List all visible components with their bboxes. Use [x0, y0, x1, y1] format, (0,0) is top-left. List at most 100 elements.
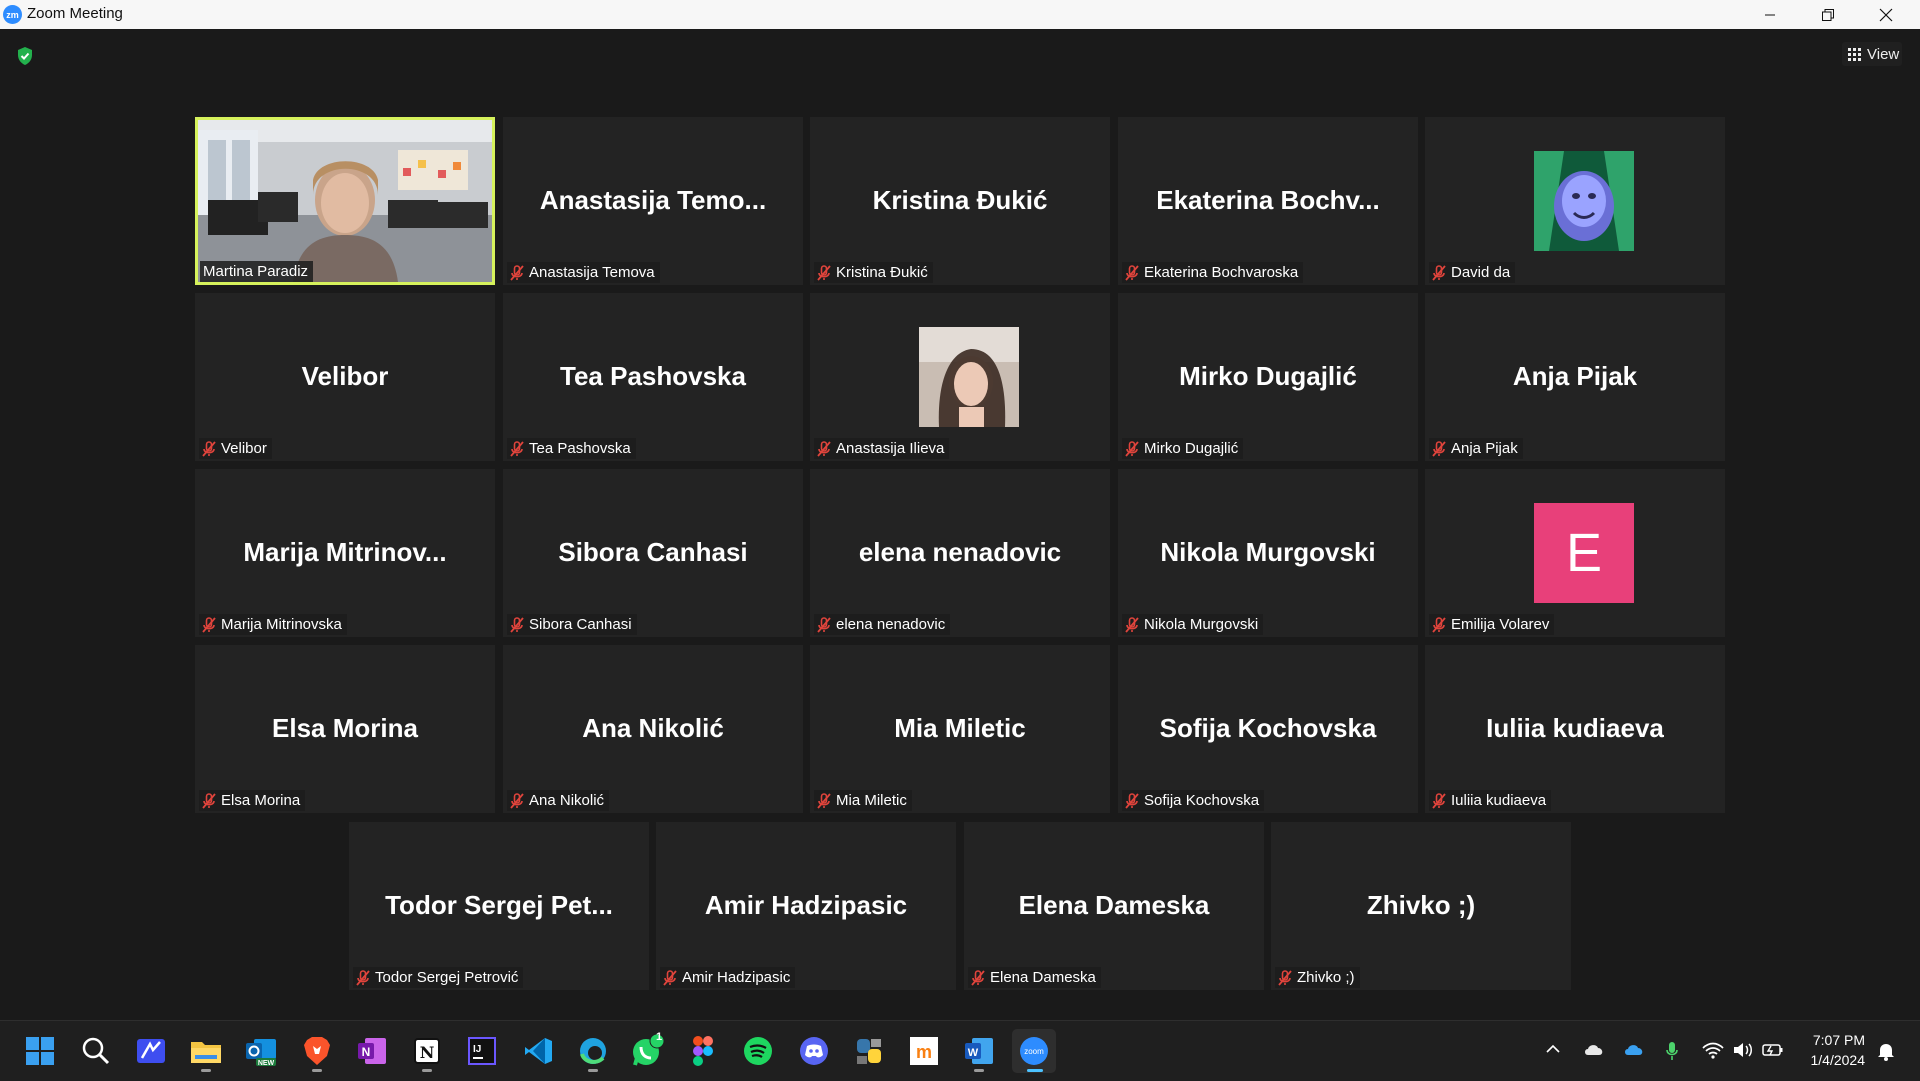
participant-display-name: Sofija Kochovska [1159, 713, 1377, 743]
taskbar-brave[interactable] [295, 1029, 339, 1073]
chevron-up-icon[interactable] [1545, 1041, 1561, 1057]
participant-display-name: Tea Pashovska [560, 361, 746, 391]
taskbar-app-editor[interactable] [129, 1029, 173, 1073]
view-label: View [1867, 45, 1900, 63]
svg-text:N: N [420, 1043, 435, 1062]
mic-muted-icon [1125, 616, 1139, 633]
participant-tile[interactable]: Marija Mitrinov... Marija Mitrinovska [195, 469, 495, 637]
taskbar-notion[interactable]: N [405, 1029, 449, 1073]
participant-name-label: Anastasija Ilieva [836, 440, 945, 457]
taskbar-figma[interactable] [681, 1029, 725, 1073]
participant-name-label: Elsa Morina [221, 792, 301, 809]
wifi-icon[interactable] [1702, 1041, 1724, 1059]
taskbar-whatsapp[interactable]: 1 [626, 1029, 670, 1073]
taskbar-search-button[interactable] [74, 1029, 118, 1073]
participant-name-label: Kristina Đukić [836, 264, 928, 281]
encryption-shield-icon[interactable] [15, 46, 35, 71]
taskbar-zoom[interactable]: zoom [1012, 1029, 1056, 1073]
participant-name-tag: Anastasija Temova [507, 262, 660, 283]
taskbar-word[interactable]: W [957, 1029, 1001, 1073]
participant-name-label: Tea Pashovska [529, 440, 631, 457]
taskbar-outlook[interactable]: NEW [239, 1029, 283, 1073]
participant-tile[interactable]: David da [1425, 117, 1725, 285]
zoom-app-icon: zm [3, 5, 22, 24]
participant-tile[interactable]: Amir Hadzipasic Amir Hadzipasic [656, 822, 956, 990]
participant-name-label: Ana Nikolić [529, 792, 605, 809]
participant-name-label: Martina Paradiz [203, 263, 309, 280]
participant-name-label: Marija Mitrinovska [221, 616, 342, 633]
participant-tile[interactable]: Ana Nikolić Ana Nikolić [503, 645, 803, 813]
participant-name-label: Iuliia kudiaeva [1451, 792, 1547, 809]
mic-muted-icon [1432, 616, 1446, 633]
minimize-button[interactable] [1741, 0, 1799, 29]
participant-tile[interactable]: Martina Paradiz [195, 117, 495, 285]
spotify-icon [744, 1037, 772, 1065]
notification-bell-icon[interactable] [1876, 1041, 1896, 1061]
vscode-icon [525, 1038, 552, 1064]
participant-tile[interactable]: Tea Pashovska Tea Pashovska [503, 293, 803, 461]
restore-icon [1822, 8, 1834, 21]
svg-text:zoom: zoom [1024, 1047, 1044, 1056]
mic-muted-icon [1278, 969, 1292, 986]
participant-name-label: Ekaterina Bochvaroska [1144, 264, 1299, 281]
participant-tile[interactable]: Ekaterina Bochv... Ekaterina Bochvaroska [1118, 117, 1418, 285]
word-icon: W [965, 1038, 993, 1064]
notion-icon: N [414, 1038, 440, 1064]
taskbar: NEW N N IJ 1 m W zoom [0, 1020, 1920, 1081]
view-button[interactable]: View [1842, 42, 1902, 66]
taskbar-spotify[interactable] [736, 1029, 780, 1073]
taskbar-moodle[interactable]: m [902, 1029, 946, 1073]
participant-name-tag: Tea Pashovska [507, 438, 636, 459]
participant-name-tag: Todor Sergej Petrović [353, 967, 524, 988]
microphone-icon[interactable] [1665, 1041, 1679, 1061]
participant-tile[interactable]: Anastasija Temo... Anastasija Temova [503, 117, 803, 285]
start-button[interactable] [18, 1029, 62, 1073]
taskbar-edge[interactable] [571, 1029, 615, 1073]
cloud-icon[interactable] [1583, 1041, 1605, 1057]
participant-tile[interactable]: Anastasija Ilieva [810, 293, 1110, 461]
taskbar-vscode[interactable] [516, 1029, 560, 1073]
participant-name-tag: Kristina Đukić [814, 262, 933, 283]
onenote-icon: N [358, 1038, 386, 1064]
moodle-icon: m [910, 1037, 938, 1065]
participant-display-name: Ana Nikolić [582, 713, 724, 743]
participant-name-label: Anastasija Temova [529, 264, 655, 281]
onedrive-icon[interactable] [1623, 1041, 1645, 1057]
file-explorer-icon [191, 1042, 221, 1063]
participant-tile[interactable]: Kristina Đukić Kristina Đukić [810, 117, 1110, 285]
system-clock[interactable]: 7:07 PM 1/4/2024 [1795, 1030, 1866, 1070]
restore-button[interactable] [1799, 0, 1857, 29]
close-button[interactable] [1857, 0, 1915, 29]
taskbar-file-explorer[interactable] [184, 1029, 228, 1073]
mic-muted-icon [1125, 264, 1139, 281]
participant-tile[interactable]: E Emilija Volarev [1425, 469, 1725, 637]
participant-tile[interactable]: Anja Pijak Anja Pijak [1425, 293, 1725, 461]
participant-tile[interactable]: Zhivko ;) Zhivko ;) [1271, 822, 1571, 990]
battery-icon[interactable] [1762, 1041, 1784, 1059]
participant-tile[interactable]: elena nenadovic elena nenadovic [810, 469, 1110, 637]
taskbar-python[interactable] [847, 1029, 891, 1073]
participant-name-label: Zhivko ;) [1297, 969, 1355, 986]
participant-tile[interactable]: Elsa Morina Elsa Morina [195, 645, 495, 813]
participant-display-name: Todor Sergej Pet... [385, 890, 613, 920]
participant-tile[interactable]: Nikola Murgovski Nikola Murgovski [1118, 469, 1418, 637]
mic-muted-icon [1432, 264, 1446, 281]
mic-muted-icon [1432, 792, 1446, 809]
participant-tile[interactable]: Velibor Velibor [195, 293, 495, 461]
participant-tile[interactable]: Mia Miletic Mia Miletic [810, 645, 1110, 813]
taskbar-onenote[interactable]: N [350, 1029, 394, 1073]
participant-tile[interactable]: Sibora Canhasi Sibora Canhasi [503, 469, 803, 637]
participant-tile[interactable]: Mirko Dugajlić Mirko Dugajlić [1118, 293, 1418, 461]
participant-tile[interactable]: Sofija Kochovska Sofija Kochovska [1118, 645, 1418, 813]
participant-tile[interactable]: Todor Sergej Pet... Todor Sergej Petrović [349, 822, 649, 990]
volume-icon[interactable] [1732, 1041, 1754, 1059]
participant-name-tag: Sibora Canhasi [507, 614, 637, 635]
taskbar-discord[interactable] [792, 1029, 836, 1073]
participant-tile[interactable]: Elena Dameska Elena Dameska [964, 822, 1264, 990]
taskbar-intellij[interactable]: IJ [460, 1029, 504, 1073]
participant-display-name: elena nenadovic [858, 537, 1062, 567]
intellij-icon: IJ [468, 1037, 496, 1065]
grid-view-icon [1848, 47, 1861, 61]
participant-tile[interactable]: Iuliia kudiaeva Iuliia kudiaeva [1425, 645, 1725, 813]
participant-name-tag: Elsa Morina [199, 790, 306, 811]
